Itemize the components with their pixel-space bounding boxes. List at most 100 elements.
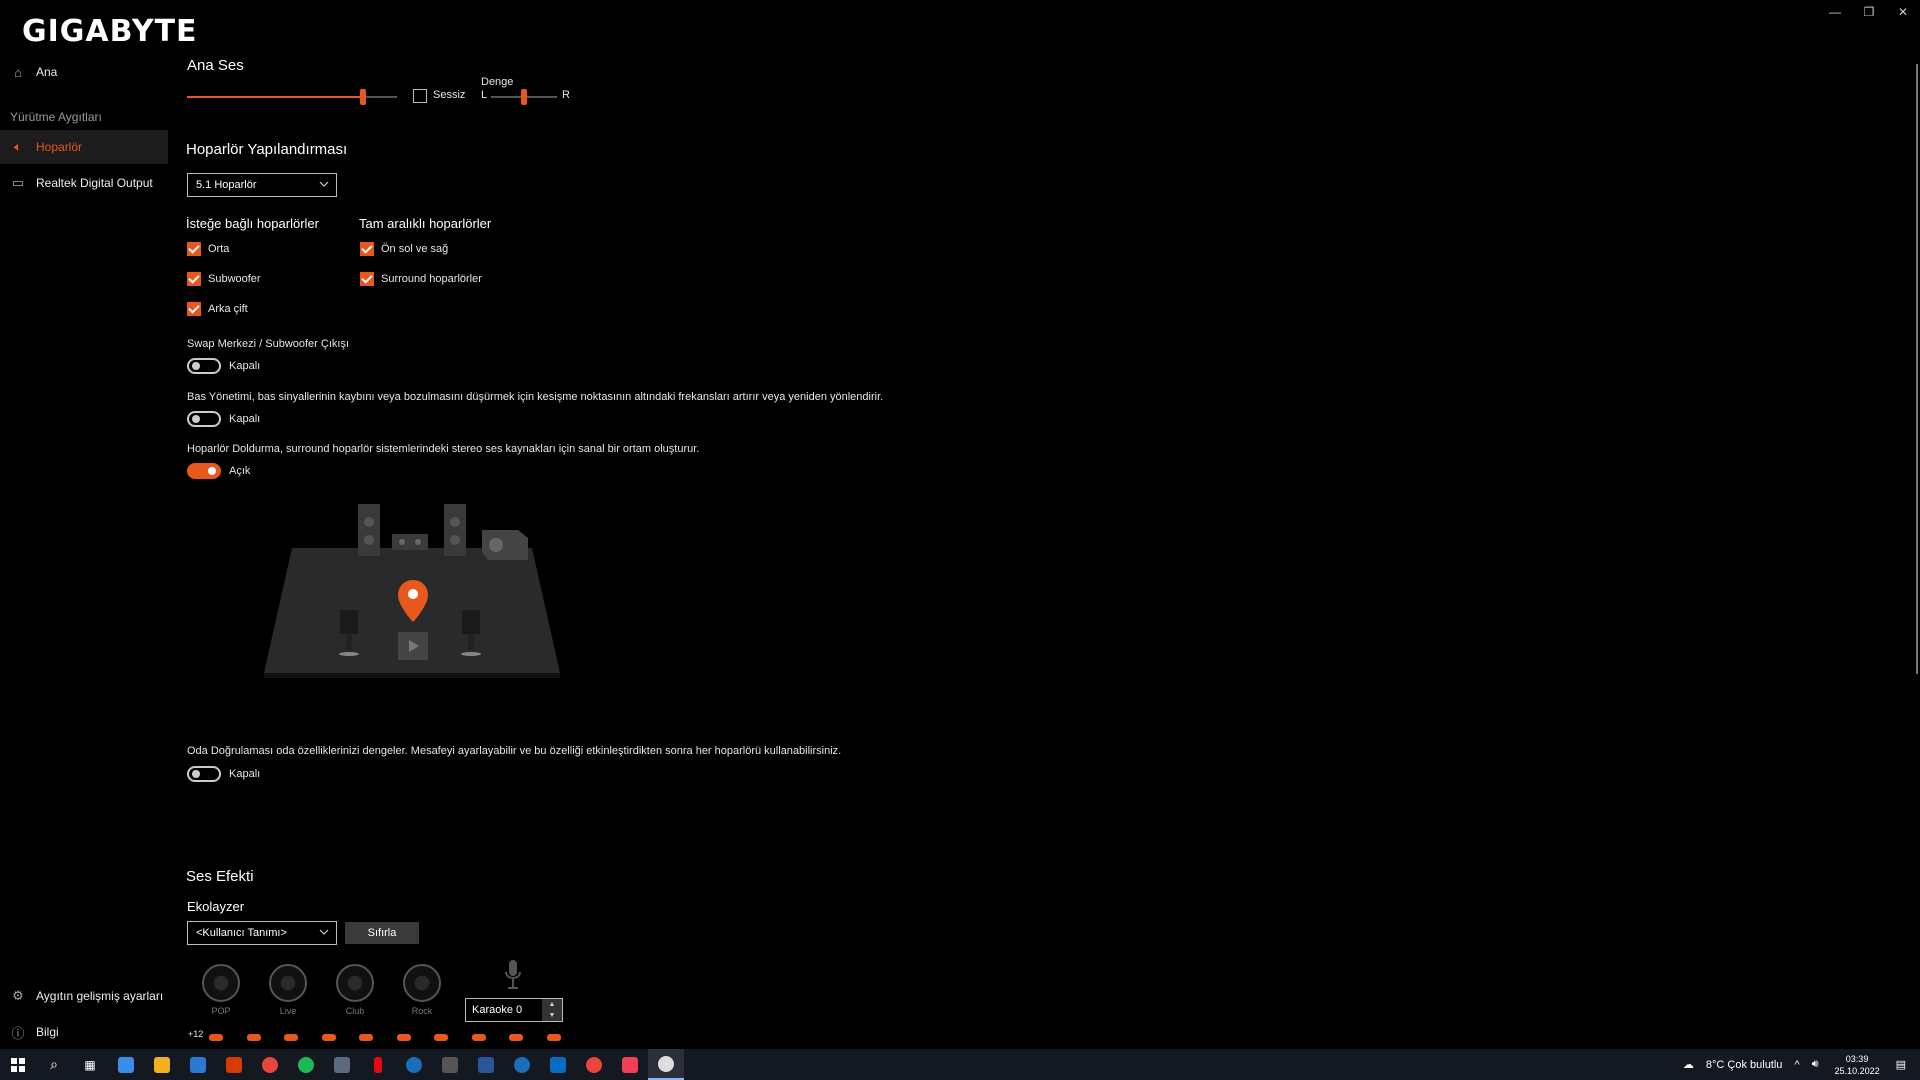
scrollbar-thumb[interactable] xyxy=(1916,64,1918,674)
preset-live-button[interactable]: Live xyxy=(266,964,310,1016)
preset-label: Rock xyxy=(411,1006,433,1016)
front-lr-checkbox[interactable] xyxy=(360,242,374,256)
gear-icon: ⚙ xyxy=(12,988,24,1003)
surround-speakers-label: Surround hoparlörler xyxy=(381,273,482,285)
front-left-speaker[interactable] xyxy=(358,504,380,556)
volume-icon[interactable]: 🔊︎ xyxy=(1812,1058,1819,1071)
mute-checkbox[interactable] xyxy=(413,89,427,103)
front-lr-label: Ön sol ve sağ xyxy=(381,243,449,255)
clock-date: 25.10.2022 xyxy=(1834,1065,1880,1076)
subwoofer-speaker[interactable] xyxy=(482,530,528,560)
eq-band-handle[interactable] xyxy=(396,1034,411,1041)
eq-band-handle[interactable] xyxy=(471,1034,486,1041)
eq-band-handle[interactable] xyxy=(321,1034,336,1041)
swap-state: Kapalı xyxy=(229,360,261,372)
taskbar-app-pocket[interactable] xyxy=(612,1049,648,1080)
system-tray: ☁ 8°C Çok bulutlu ^ 🔊︎ 03:39 25.10.2022 … xyxy=(1677,1049,1920,1080)
taskbar-app-epic[interactable] xyxy=(432,1049,468,1080)
swap-toggle[interactable] xyxy=(187,358,221,374)
preset-pop-button[interactable]: POP xyxy=(199,964,243,1016)
close-button[interactable]: ✕ xyxy=(1886,0,1920,24)
restore-button[interactable]: ❐ xyxy=(1852,0,1886,24)
balance-slider[interactable] xyxy=(491,89,557,105)
rear-pair-checkbox[interactable] xyxy=(187,302,201,316)
eq-band-handle[interactable] xyxy=(546,1034,561,1041)
chevron-up-icon[interactable]: ^ xyxy=(1794,1059,1799,1071)
rear-pair-label: Arka çift xyxy=(208,303,248,315)
speaker-config-dropdown[interactable]: 5.1 Hoparlör xyxy=(187,173,337,197)
center-speaker-label: Orta xyxy=(208,243,230,255)
sidebar-item-info[interactable]: ⓘ Bilgi xyxy=(0,1015,168,1049)
windows-icon xyxy=(11,1057,25,1072)
taskbar-app-office[interactable] xyxy=(216,1049,252,1080)
taskbar-app-word[interactable] xyxy=(468,1049,504,1080)
taskbar-app-steam[interactable] xyxy=(396,1049,432,1080)
task-view-icon: ▦ xyxy=(84,1057,96,1072)
preset-club-button[interactable]: Club xyxy=(333,964,377,1016)
scrollbar[interactable] xyxy=(1914,24,1920,1049)
weather-text[interactable]: 8°C Çok bulutlu xyxy=(1706,1059,1783,1071)
karaoke-up-button[interactable]: ▲ xyxy=(542,999,562,1010)
eq-band-handle[interactable] xyxy=(284,1034,298,1041)
taskbar-app-chrome-2[interactable] xyxy=(576,1049,612,1080)
clock[interactable]: 03:39 25.10.2022 xyxy=(1835,1053,1880,1077)
sidebar-item-speaker[interactable]: 🔈︎ Hoparlör xyxy=(0,130,168,164)
eq-band-handle[interactable] xyxy=(359,1034,373,1041)
taskbar-app-netflix[interactable] xyxy=(360,1049,396,1080)
taskbar-app-game[interactable] xyxy=(324,1049,360,1080)
eq-band-handle[interactable] xyxy=(209,1034,223,1041)
eq-band-handle[interactable] xyxy=(509,1034,523,1041)
taskbar-app-1[interactable] xyxy=(108,1049,144,1080)
equalizer-selected: <Kullanıcı Tanımı> xyxy=(196,927,287,939)
sidebar-item-digital-output[interactable]: ▭ Realtek Digital Output xyxy=(0,166,168,200)
taskbar-app-audio[interactable] xyxy=(648,1049,684,1080)
reset-button[interactable]: Sıfırla xyxy=(345,922,419,944)
bass-management-toggle[interactable] xyxy=(187,411,221,427)
sidebar-item-home[interactable]: ⌂ Ana xyxy=(0,55,168,89)
notification-icon[interactable]: ▤ xyxy=(1896,1058,1906,1071)
master-volume-thumb[interactable] xyxy=(360,89,367,105)
balance-left-label: L xyxy=(481,89,488,101)
minimize-button[interactable]: — xyxy=(1818,0,1852,24)
preset-rock-button[interactable]: Rock xyxy=(400,964,444,1016)
eq-band-handle[interactable] xyxy=(246,1034,261,1041)
balance-thumb[interactable] xyxy=(521,89,527,105)
center-speaker[interactable] xyxy=(392,534,428,550)
eq-band-handle[interactable] xyxy=(434,1034,448,1041)
taskbar-app-chrome[interactable] xyxy=(252,1049,288,1080)
start-button[interactable] xyxy=(0,1049,36,1080)
app-icon xyxy=(118,1056,134,1073)
taskbar-app-mail[interactable] xyxy=(180,1049,216,1080)
bass-management-title: Bas Yönetimi, bas sinyallerinin kaybını … xyxy=(187,391,884,403)
search-button[interactable]: ⌕ xyxy=(36,1049,72,1080)
sound-effects-title: Ses Efekti xyxy=(186,868,254,885)
task-view-button[interactable]: ▦ xyxy=(72,1049,108,1080)
karaoke-down-button[interactable]: ▼ xyxy=(542,1010,562,1021)
surround-speakers-checkbox[interactable] xyxy=(360,272,374,286)
front-right-speaker[interactable] xyxy=(444,504,466,556)
center-speaker-checkbox[interactable] xyxy=(187,242,201,256)
master-volume-slider[interactable] xyxy=(187,89,397,105)
brand-logo: GIGABYTE xyxy=(22,14,198,49)
taskbar-app-browser[interactable] xyxy=(540,1049,576,1080)
taskbar-app-spotify[interactable] xyxy=(288,1049,324,1080)
taskbar: ⌕ ▦ ☁ 8°C Çok bulutlu ^ 🔊︎ 03:39 25.10.2… xyxy=(0,1049,1920,1080)
sidebar-item-advanced[interactable]: ⚙ Aygıtın gelişmiş ayarları xyxy=(0,979,168,1013)
test-play-button[interactable] xyxy=(398,632,428,660)
karaoke-stepper[interactable]: Karaoke 0 ▲ ▼ xyxy=(465,998,563,1022)
speaker-fill-toggle[interactable] xyxy=(187,463,221,479)
office-icon xyxy=(226,1056,242,1073)
bass-management-state: Kapalı xyxy=(229,413,261,425)
search-icon: ⌕ xyxy=(50,1056,58,1072)
live-icon xyxy=(269,964,307,1002)
equalizer-dropdown[interactable]: <Kullanıcı Tanımı> xyxy=(187,921,337,945)
subwoofer-checkbox[interactable] xyxy=(187,272,201,286)
home-icon: ⌂ xyxy=(14,64,22,80)
taskbar-app-store[interactable] xyxy=(144,1049,180,1080)
browser-icon xyxy=(550,1056,566,1073)
sidebar-heading: Yürütme Aygıtları xyxy=(10,110,102,124)
word-icon xyxy=(478,1056,494,1073)
taskbar-app-steam-2[interactable] xyxy=(504,1049,540,1080)
chevron-down-icon xyxy=(319,181,329,187)
room-correction-toggle[interactable] xyxy=(187,766,221,782)
